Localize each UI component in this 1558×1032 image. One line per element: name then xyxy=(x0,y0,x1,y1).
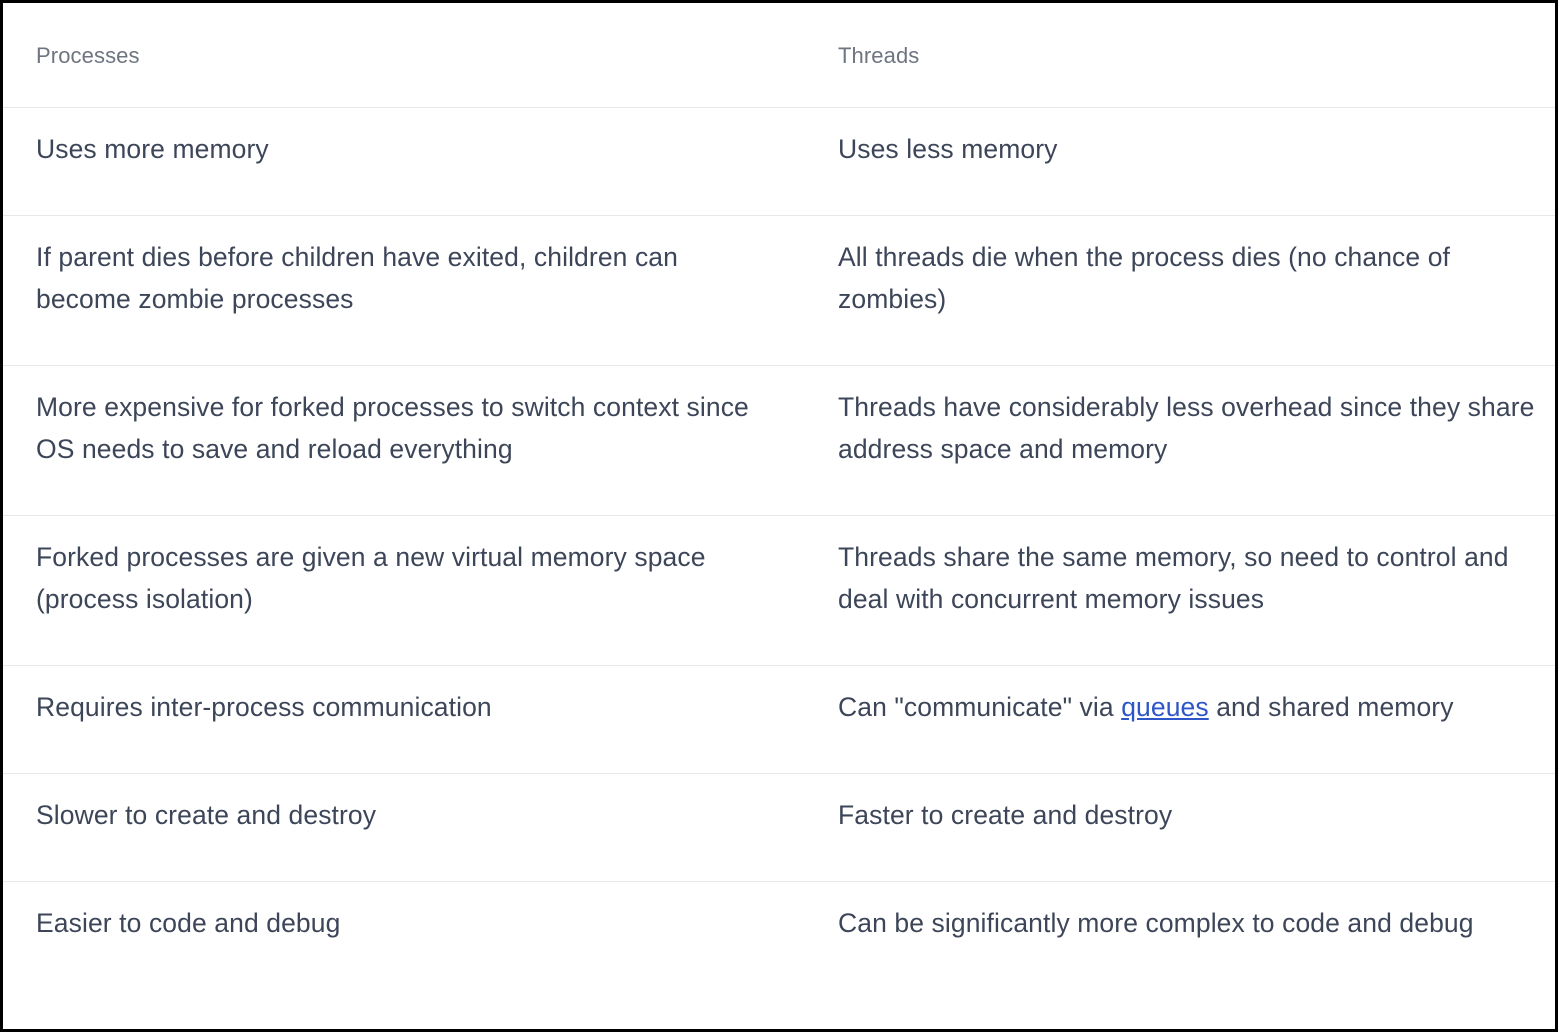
table-row: Forked processes are given a new virtual… xyxy=(3,516,1555,666)
processes-cell: More expensive for forked processes to s… xyxy=(36,392,749,464)
threads-cell: Threads have considerably less overhead … xyxy=(838,392,1535,464)
processes-cell: If parent dies before children have exit… xyxy=(36,242,678,314)
processes-cell: Uses more memory xyxy=(36,134,269,164)
queues-link[interactable]: queues xyxy=(1121,692,1209,722)
threads-cell: Can be significantly more complex to cod… xyxy=(838,908,1474,938)
threads-cell-text-before: Can "communicate" via xyxy=(838,692,1122,722)
table-row: If parent dies before children have exit… xyxy=(3,216,1555,366)
threads-cell: Can "communicate" via queues and shared … xyxy=(805,666,1555,773)
header-processes: Processes xyxy=(36,43,140,68)
table-row: Slower to create and destroy Faster to c… xyxy=(3,774,1555,882)
processes-cell: Slower to create and destroy xyxy=(36,800,377,830)
threads-cell-text-after: and shared memory xyxy=(1208,692,1454,722)
threads-cell: All threads die when the process dies (n… xyxy=(838,242,1451,314)
threads-cell: Faster to create and destroy xyxy=(838,800,1173,830)
table-row: Uses more memory Uses less memory xyxy=(3,108,1555,216)
table-header-row: Processes Threads xyxy=(3,3,1555,108)
table-row: More expensive for forked processes to s… xyxy=(3,366,1555,516)
threads-cell: Threads share the same memory, so need t… xyxy=(838,542,1509,614)
threads-cell: Uses less memory xyxy=(838,134,1058,164)
header-threads: Threads xyxy=(838,43,920,68)
processes-cell: Easier to code and debug xyxy=(36,908,341,938)
table-row: Easier to code and debug Can be signific… xyxy=(3,882,1555,1032)
processes-cell: Forked processes are given a new virtual… xyxy=(36,542,706,614)
processes-cell: Requires inter-process communication xyxy=(36,692,492,722)
table-row: Requires inter-process communication Can… xyxy=(3,666,1555,774)
comparison-table: Processes Threads Uses more memory Uses … xyxy=(0,0,1558,1032)
